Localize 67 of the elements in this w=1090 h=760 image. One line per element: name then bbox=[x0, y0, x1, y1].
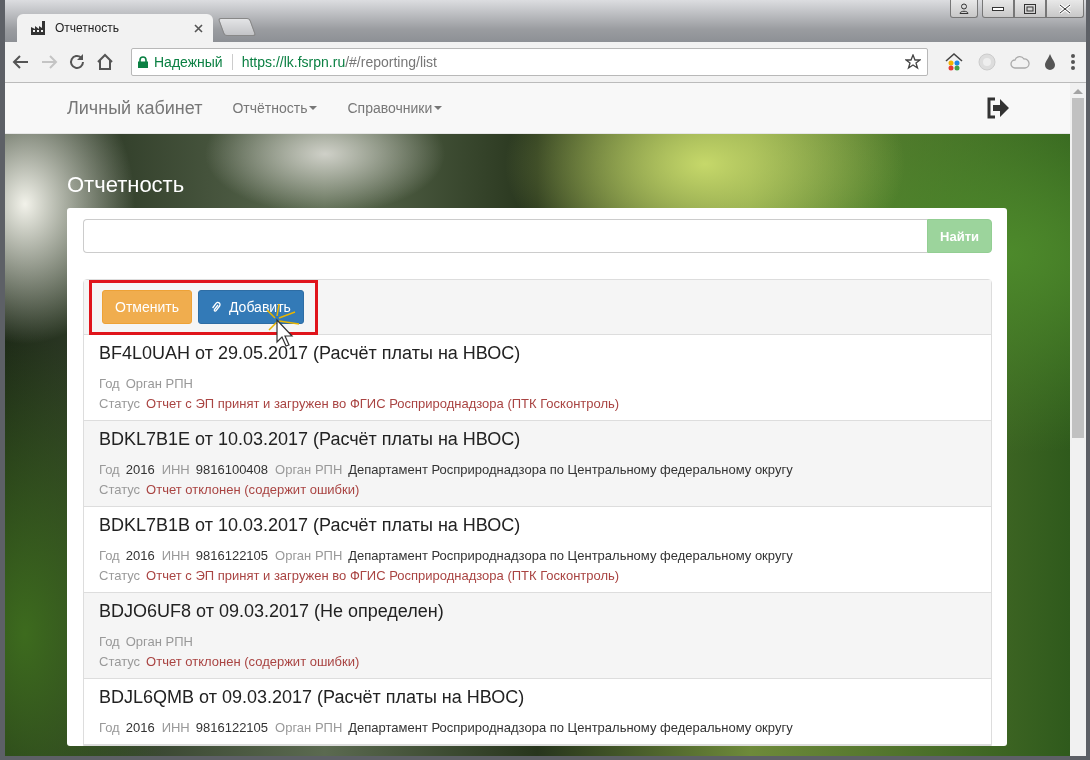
field-label: Статус bbox=[99, 567, 141, 585]
field-value: Департамент Росприроднадзора по Центральному федеральному округу bbox=[348, 461, 793, 479]
field-label: Орган РПН bbox=[125, 375, 193, 393]
field-label: Статус bbox=[99, 653, 141, 671]
page-title: Отчетность bbox=[67, 172, 186, 198]
report-title[interactable]: BF4L0UAH от 29.05.2017 (Расчёт платы на НВОС) bbox=[99, 343, 976, 364]
add-button[interactable]: Добавить bbox=[198, 289, 304, 324]
field-value: 9816122105 bbox=[195, 719, 269, 737]
field-value: 2016 bbox=[125, 719, 155, 737]
home-icon[interactable] bbox=[95, 52, 115, 72]
field-label: ИНН bbox=[161, 547, 190, 565]
field-label: ИНН bbox=[161, 461, 190, 479]
field-label: Год bbox=[99, 719, 120, 737]
field-label: Орган РПН bbox=[275, 547, 343, 565]
scrollbar-thumb[interactable] bbox=[1072, 98, 1084, 438]
search-field[interactable] bbox=[83, 219, 928, 253]
new-tab-button[interactable] bbox=[217, 18, 257, 36]
security-label: Надежный bbox=[154, 54, 223, 70]
field-value: Департамент Росприроднадзора по Центральному федеральному округу bbox=[348, 547, 793, 565]
address-bar[interactable]: Надежный https://lk.fsrpn.ru/#/reporting/list bbox=[131, 48, 928, 76]
reload-icon[interactable] bbox=[67, 52, 87, 72]
close-icon bbox=[1058, 3, 1072, 14]
status-text: Отчет отклонен (содержит ошибки) bbox=[146, 481, 360, 499]
field-value: 9816122105 bbox=[195, 547, 269, 565]
field-label: Год bbox=[99, 633, 120, 651]
nav-menu[interactable]: Отчётность bbox=[232, 100, 318, 116]
paperclip-icon bbox=[211, 300, 221, 313]
profile-button[interactable] bbox=[950, 0, 978, 18]
field-label: Орган РПН bbox=[275, 719, 343, 737]
report-title[interactable]: BDJL6QMB от 09.03.2017 (Расчёт платы на НВОС) bbox=[99, 687, 976, 708]
tab-title: Отчетность bbox=[55, 21, 120, 35]
field-label: Год bbox=[99, 547, 120, 565]
factory-icon bbox=[31, 21, 47, 35]
field-label: Орган РПН bbox=[125, 633, 193, 651]
field-value: 2016 bbox=[125, 461, 155, 479]
maximize-icon bbox=[1024, 3, 1036, 14]
maximize-button[interactable] bbox=[1014, 0, 1046, 18]
field-value: Департамент Росприроднадзора по Центральному федеральному округу bbox=[348, 719, 793, 737]
field-label: ИНН bbox=[161, 719, 190, 737]
status-text: Отчет отклонен (содержит ошибки) bbox=[146, 653, 360, 671]
field-label: Год bbox=[99, 375, 120, 393]
house-extension-icon[interactable] bbox=[944, 52, 964, 72]
field-value: 2016 bbox=[125, 547, 155, 565]
field-value: 9816100408 bbox=[195, 461, 269, 479]
person-icon bbox=[959, 3, 969, 14]
status-text: Отчет с ЭП принят и загружен во ФГИС Росприроднадзора (ПТК Госконтроль) bbox=[146, 395, 620, 413]
drop-icon[interactable] bbox=[1044, 53, 1056, 71]
brand-link[interactable]: Личный кабинет bbox=[67, 97, 203, 119]
minimize-icon bbox=[992, 6, 1004, 11]
lock-icon bbox=[138, 56, 148, 68]
report-title[interactable]: BDKL7B1E от 10.03.2017 (Расчёт платы на НВОС) bbox=[99, 429, 976, 450]
field-label: Год bbox=[99, 461, 120, 479]
field-label: Орган РПН bbox=[275, 461, 343, 479]
menu-icon[interactable] bbox=[1070, 53, 1076, 71]
field-label: Статус bbox=[99, 395, 141, 413]
browser-tab[interactable]: Отчетность bbox=[17, 14, 213, 42]
field-label: Статус bbox=[99, 481, 141, 499]
star-icon[interactable] bbox=[905, 54, 921, 70]
report-title[interactable]: BDKL7B1B от 10.03.2017 (Расчёт платы на НВОС) bbox=[99, 515, 976, 536]
url-text: https://lk.fsrpn.ru/#/reporting/list bbox=[241, 54, 438, 70]
close-icon[interactable] bbox=[194, 23, 203, 33]
minimize-button[interactable] bbox=[982, 0, 1014, 18]
logout-icon[interactable] bbox=[986, 97, 1010, 119]
close-button[interactable] bbox=[1046, 0, 1084, 18]
report-title[interactable]: BDJO6UF8 от 09.03.2017 (Не определен) bbox=[99, 601, 976, 622]
nav-menu[interactable]: Справочники bbox=[347, 100, 443, 116]
status-text: Отчет с ЭП принят и загружен во ФГИС Росприроднадзора (ПТК Госконтроль) bbox=[146, 567, 620, 585]
